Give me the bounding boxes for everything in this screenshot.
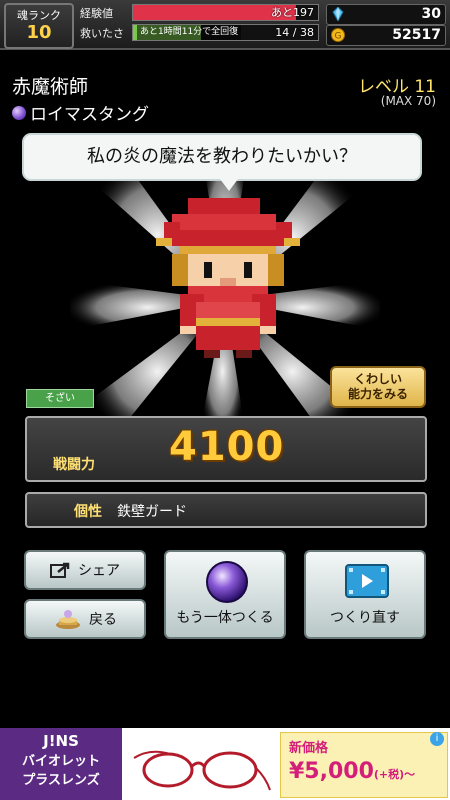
character-class-name: 赤魔術師 (12, 76, 89, 98)
glasses-image (133, 750, 271, 791)
soul-rank-value: 10 (26, 22, 52, 43)
character-title: ロイマスタング (30, 105, 149, 125)
remake-button[interactable]: つくり直す (304, 550, 426, 639)
soul-rank-label: 魂ランク (17, 9, 61, 22)
coin-counter: G 52517 (326, 25, 446, 46)
coin-icon: G (331, 28, 345, 42)
back-button[interactable]: 戻る (24, 599, 146, 639)
ad-price-value: ¥5,000 (289, 759, 374, 784)
ad-price-tax: (+税)～ (373, 768, 416, 781)
make-another-label: もう一体つくる (176, 610, 274, 626)
gem-counter: 30 (326, 4, 446, 25)
ad-banner[interactable]: J!NS バイオレット プラスレンズ 新価格 ¥5,000(+税)～ i (0, 728, 450, 800)
back-label: 戻る (89, 612, 117, 628)
ad-line2: プラスレンズ (22, 773, 100, 788)
exp-bar: あと197 (132, 4, 319, 21)
soul-rank-box: 魂ランク 10 (4, 3, 74, 49)
rescue-label: 救いたさ (80, 27, 124, 40)
ad-line1: バイオレット (21, 754, 100, 769)
rescue-count: 14 / 38 (275, 26, 314, 39)
red-mage-sprite (156, 198, 300, 358)
combat-power-value: 4100 (169, 424, 285, 470)
purple-orb-icon (12, 105, 26, 120)
exp-label: 経験値 (80, 7, 113, 20)
trait-label: 個性 (74, 504, 102, 520)
speech-bubble: 私の炎の魔法を教わりたいかい？ (22, 133, 422, 181)
ad-new-price-label: 新価格 (289, 741, 329, 756)
combat-power-label: 戦闘力 (53, 457, 95, 473)
speech-text: 私の炎の魔法を教わりたいかい？ (87, 146, 357, 167)
gem-icon (332, 7, 344, 21)
ad-price: ¥5,000(+税)～ (289, 759, 415, 784)
combat-power-panel: 戦闘力 4100 (25, 416, 427, 482)
character-level-max: (MAX 70) (380, 94, 436, 108)
view-details-line1: くわしい (353, 372, 402, 386)
ad-brand: J!NS (43, 732, 79, 750)
gem-count: 30 (421, 6, 441, 22)
make-another-button[interactable]: もう一体つくる (164, 550, 286, 639)
share-icon (50, 562, 70, 578)
ad-price-panel: 新価格 ¥5,000(+税)～ (280, 732, 448, 798)
view-details-button[interactable]: くわしい 能力をみる (330, 366, 426, 408)
remake-label: つくり直す (330, 610, 400, 626)
video-icon (345, 564, 389, 598)
share-button[interactable]: シェア (24, 550, 146, 590)
purple-orb-icon (206, 561, 248, 603)
coin-count: 52517 (392, 27, 441, 43)
trait-value: 鉄壁ガード (117, 504, 187, 520)
svg-text:G: G (335, 32, 342, 42)
ad-info-icon[interactable]: i (430, 732, 444, 746)
rescue-recovery-time: あと1時間11分で全回復 (137, 25, 242, 40)
trait-panel: 個性 鉄壁ガード (25, 492, 427, 528)
ad-brand-panel: J!NS バイオレット プラスレンズ (0, 728, 122, 800)
share-label: シェア (78, 563, 120, 579)
view-details-line2: 能力をみる (347, 387, 408, 401)
pedestal-icon (56, 610, 80, 629)
status-hud: 魂ランク 10 経験値 あと197 救いたさ あと1時間11分で全回復 14 /… (0, 0, 450, 50)
character-title-row: ロイマスタング (12, 100, 149, 125)
material-tag: そざい (26, 389, 94, 408)
exp-remaining: あと197 (271, 6, 314, 19)
rescue-bar: あと1時間11分で全回復 14 / 38 (132, 24, 319, 41)
